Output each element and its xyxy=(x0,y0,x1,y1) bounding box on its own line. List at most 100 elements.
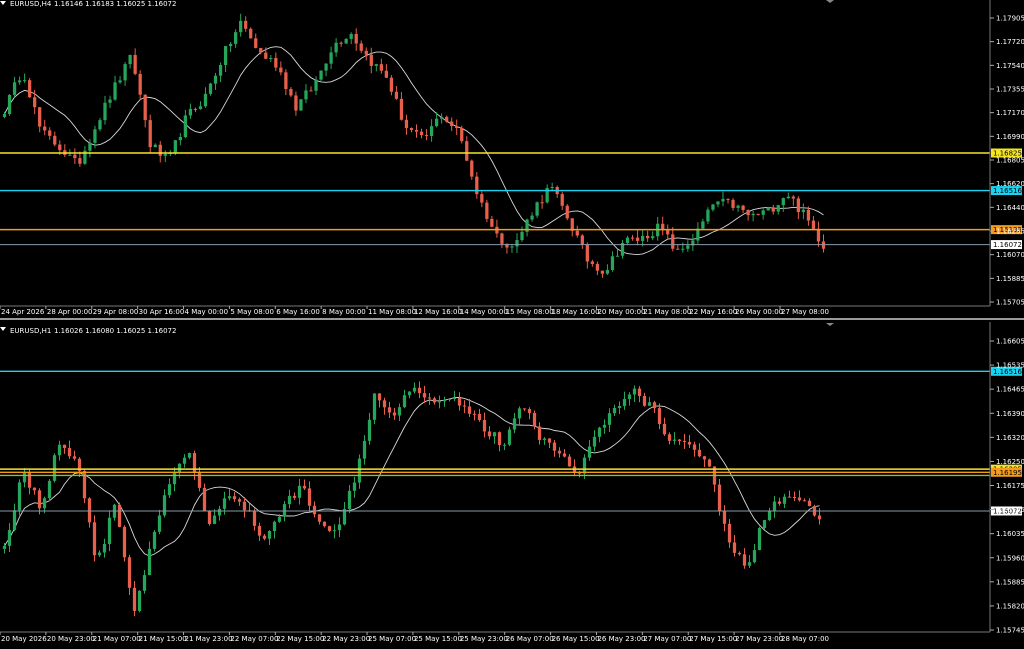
candle-body xyxy=(552,442,557,451)
candle-body xyxy=(557,450,562,454)
candle-body xyxy=(193,108,198,110)
candle-body xyxy=(592,436,597,447)
time-tick-label: 29 Apr 08:00 xyxy=(93,308,139,316)
candle-body xyxy=(37,490,42,509)
candle-body xyxy=(102,543,107,553)
candle-body xyxy=(472,413,477,415)
candle-body xyxy=(681,248,685,250)
candle-body xyxy=(337,524,342,531)
candle-body xyxy=(207,510,212,524)
candle-body xyxy=(322,521,327,527)
h4-price-axis[interactable]: 1.17905 1.17720 1.17540 1.17355 1.17170 1.169… xyxy=(990,15,1024,307)
candle-body xyxy=(294,95,298,111)
candle-body xyxy=(259,47,263,53)
candle-body xyxy=(257,525,262,536)
candle-body xyxy=(721,198,725,202)
candle-body xyxy=(717,484,722,512)
candle-body xyxy=(537,426,542,440)
candle-body xyxy=(359,43,363,51)
candle-body xyxy=(796,198,800,213)
cyan-level-price-label: 1.16516 xyxy=(993,187,1022,195)
candle-body xyxy=(372,393,377,420)
candle-body xyxy=(242,501,247,511)
candle-body xyxy=(807,500,812,507)
candle-body xyxy=(776,205,780,212)
candle-body xyxy=(590,261,594,264)
candle-body xyxy=(307,488,312,506)
candle-body xyxy=(367,419,372,441)
h4-time-axis[interactable]: 24 Apr 2026 28 Apr 00:00 29 Apr 08:00 30 Ap… xyxy=(0,306,829,316)
candle-body xyxy=(22,473,27,483)
candle-body xyxy=(562,453,567,457)
candle-body xyxy=(412,387,417,392)
candle-body xyxy=(640,235,645,241)
candle-body xyxy=(467,406,472,414)
candle-body xyxy=(767,511,772,521)
price-tick-label: 1.15885 xyxy=(996,578,1024,586)
candle-body xyxy=(692,444,697,450)
candle-body xyxy=(274,57,278,68)
time-tick-label: 12 May 16:00 xyxy=(414,308,462,316)
candle xyxy=(47,478,52,501)
candle-body xyxy=(550,186,554,188)
candle-body xyxy=(447,399,452,401)
candle-body xyxy=(28,80,32,98)
panel-divider[interactable] xyxy=(0,318,1024,320)
h1-plot-area[interactable] xyxy=(0,322,990,632)
candle-body xyxy=(532,412,537,427)
price-tick-label: 1.16175 xyxy=(996,482,1024,490)
candle-body xyxy=(452,397,457,400)
candle-body xyxy=(12,510,17,531)
trading-chart-window[interactable]: 1.168251.165161.161951.16072 EURUSD,H4 1… xyxy=(0,0,1024,649)
candle-body xyxy=(512,418,517,430)
candle-body xyxy=(437,401,442,403)
time-tick-label: 26 May 00:00 xyxy=(735,308,783,316)
price-tick-label: 1.17720 xyxy=(996,38,1024,46)
candle-body xyxy=(732,542,737,553)
candle-body xyxy=(427,397,432,399)
candle-body xyxy=(297,485,302,498)
candle-body xyxy=(38,107,42,127)
candle-body xyxy=(480,194,484,203)
candle-body xyxy=(389,77,394,92)
candle-body xyxy=(43,126,47,131)
candle-body xyxy=(756,213,760,215)
candle-body xyxy=(414,129,419,132)
time-tick-label: 5 May 08:00 xyxy=(230,308,274,316)
candle xyxy=(707,458,712,467)
candle-body xyxy=(264,52,268,59)
candle-body xyxy=(92,522,97,556)
candle-body xyxy=(53,135,57,145)
candle-body xyxy=(282,504,287,517)
candle-body xyxy=(686,245,690,249)
candle-body xyxy=(284,72,288,90)
time-tick-label: 11 May 08:00 xyxy=(368,308,416,316)
eurusd-h4-chart-panel[interactable]: 1.168251.165161.161951.16072 EURUSD,H4 1… xyxy=(0,0,1024,316)
eurusd-h1-chart-panel[interactable]: 1.165161.162051.161951.16072 EURUSD,H1 1… xyxy=(0,322,1024,643)
price-tick-label: 1.16535 xyxy=(996,362,1024,370)
candle-body xyxy=(364,50,368,55)
candle-body xyxy=(17,80,22,83)
candle-body xyxy=(52,455,57,481)
h1-price-axis[interactable]: 1.16605 1.16535 1.16465 1.16390 1.16320 1.162… xyxy=(990,338,1024,635)
candle-body xyxy=(575,230,579,236)
candle-body xyxy=(605,270,610,274)
candle-body xyxy=(450,121,454,127)
time-tick-label: 27 May 07:00 xyxy=(643,635,691,643)
time-tick-label: 22 May 07:00 xyxy=(230,635,278,643)
candle xyxy=(249,27,253,39)
candle-body xyxy=(304,90,308,100)
candle-body xyxy=(687,441,692,445)
candle-body xyxy=(317,514,322,522)
h1-time-axis[interactable]: 20 May 2026 20 May 23:0021 May 07:0021 Ma… xyxy=(0,632,829,643)
candle-body xyxy=(462,405,467,407)
candle-body xyxy=(12,82,17,95)
candle-body xyxy=(182,457,187,464)
time-tick-label: 14 May 00:00 xyxy=(460,308,508,316)
candle-body xyxy=(73,154,77,159)
candle-body xyxy=(97,552,102,556)
candle-body xyxy=(374,64,378,66)
candle-body xyxy=(766,207,770,211)
candle xyxy=(7,94,12,116)
time-tick-label: 25 May 15:00 xyxy=(414,635,462,643)
